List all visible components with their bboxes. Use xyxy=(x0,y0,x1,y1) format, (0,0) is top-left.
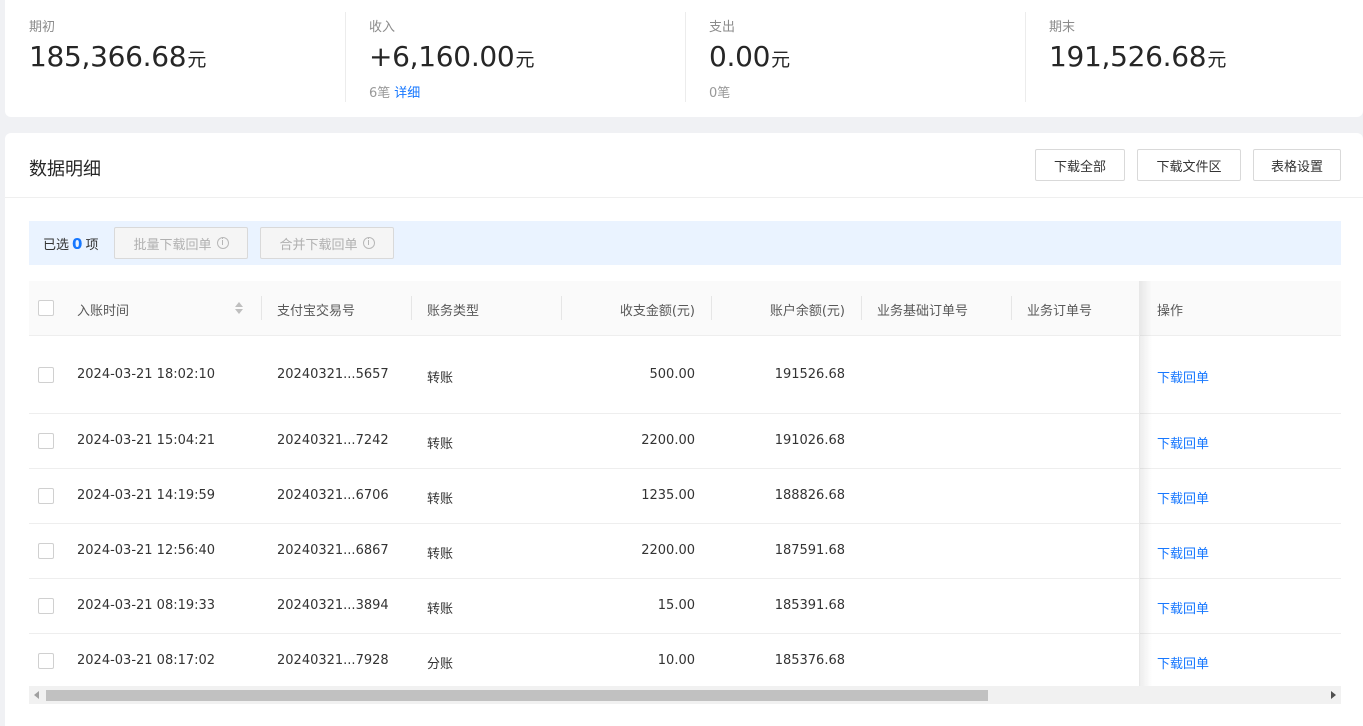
income-detail-link[interactable]: 详细 xyxy=(394,86,420,101)
cell-time: 2024-03-21 15:04:21 xyxy=(77,433,216,448)
cell-balance: 188826.68 xyxy=(774,488,845,503)
cell-time: 2024-03-21 12:56:40 xyxy=(77,543,216,558)
scrollbar-thumb[interactable] xyxy=(46,690,988,701)
batch-download-button[interactable]: 批量下载回单 i xyxy=(114,227,248,259)
info-icon: i xyxy=(216,237,229,249)
col-type: 账务类型 xyxy=(427,304,480,319)
merge-download-button[interactable]: 合并下载回单 i xyxy=(260,227,394,259)
stat-income-sub: 6笔 详细 xyxy=(369,82,420,101)
data-detail-panel: 数据明细 下载全部 下载文件区 表格设置 已选 0 项 批量下载回单 i 合并下载回单… xyxy=(5,133,1363,726)
summary-divider xyxy=(685,12,686,102)
sort-icon[interactable] xyxy=(234,301,244,315)
cell-type: 转账 xyxy=(427,371,454,386)
col-time[interactable]: 入账时间 xyxy=(77,300,129,319)
cell-time: 2024-03-21 08:17:02 xyxy=(77,653,216,668)
col-separator xyxy=(561,296,562,320)
download-receipt-link[interactable]: 下载回单 xyxy=(1157,543,1209,562)
download-receipt-link[interactable]: 下载回单 xyxy=(1157,433,1209,452)
cell-amount: 2200.00 xyxy=(641,543,695,558)
cell-balance: 185376.68 xyxy=(774,653,845,668)
cell-balance: 187591.68 xyxy=(774,543,845,558)
cell-amount: 500.00 xyxy=(649,367,696,382)
scroll-right-arrow-icon[interactable] xyxy=(1331,691,1336,699)
cell-type: 转账 xyxy=(427,492,454,507)
selection-bar: 已选 0 项 批量下载回单 i 合并下载回单 i xyxy=(29,221,1341,265)
col-balance: 账户余额(元) xyxy=(769,304,845,319)
col-trade-no: 支付宝交易号 xyxy=(277,304,356,319)
cell-amount: 10.00 xyxy=(657,653,695,668)
row-checkbox[interactable] xyxy=(38,653,54,669)
summary-divider xyxy=(1025,12,1026,102)
download-receipt-link[interactable]: 下载回单 xyxy=(1157,598,1209,617)
cell-time: 2024-03-21 14:19:59 xyxy=(77,488,216,503)
stat-expense-label: 支出 xyxy=(709,20,736,35)
row-checkbox[interactable] xyxy=(38,598,54,614)
table-settings-button[interactable]: 表格设置 xyxy=(1253,149,1341,181)
download-receipt-link[interactable]: 下载回单 xyxy=(1157,488,1209,507)
stat-closing-amount: 191,526.68元 xyxy=(1049,40,1227,73)
cell-balance: 191526.68 xyxy=(774,367,845,382)
cell-time: 2024-03-21 08:19:33 xyxy=(77,598,216,613)
cell-balance: 191026.68 xyxy=(774,433,845,448)
transactions-table: 入账时间 支付宝交易号 账务类型 收支金额(元) 账户余额(元) 业务基础订单号… xyxy=(29,281,1341,688)
row-checkbox[interactable] xyxy=(38,488,54,504)
stat-expense-sub: 0笔 xyxy=(709,82,730,101)
summary-divider xyxy=(345,12,346,102)
cell-trade-no: 20240321...7928 xyxy=(277,653,389,668)
col-action: 操作 xyxy=(1157,304,1184,319)
selection-count: 已选 0 项 xyxy=(43,235,99,253)
stat-expense-amount: 0.00元 xyxy=(709,40,791,73)
col-amount: 收支金额(元) xyxy=(619,304,695,319)
stat-closing-label: 期末 xyxy=(1049,20,1076,35)
cell-trade-no: 20240321...6867 xyxy=(277,543,389,558)
download-area-button[interactable]: 下载文件区 xyxy=(1137,149,1241,181)
row-checkbox[interactable] xyxy=(38,433,54,449)
cell-type: 转账 xyxy=(427,547,454,562)
fixed-column-shadow xyxy=(1140,281,1152,688)
cell-type: 分账 xyxy=(427,657,454,672)
download-all-button[interactable]: 下载全部 xyxy=(1035,149,1125,181)
cell-trade-no: 20240321...6706 xyxy=(277,488,389,503)
scroll-left-arrow-icon[interactable] xyxy=(34,691,39,699)
col-separator xyxy=(1011,296,1012,320)
col-base-order: 业务基础订单号 xyxy=(877,304,969,319)
income-count: 6笔 xyxy=(369,86,391,101)
cell-type: 转账 xyxy=(427,437,454,452)
stat-income-amount: +6,160.00元 xyxy=(369,40,535,73)
stat-opening-amount: 185,366.68元 xyxy=(29,40,207,73)
stat-opening-label: 期初 xyxy=(29,20,56,35)
cell-time: 2024-03-21 18:02:10 xyxy=(77,367,216,382)
cell-balance: 185391.68 xyxy=(774,598,845,613)
col-separator xyxy=(711,296,712,320)
col-separator xyxy=(411,296,412,320)
expense-count: 0笔 xyxy=(709,86,731,101)
download-receipt-link[interactable]: 下载回单 xyxy=(1157,367,1209,386)
info-icon: i xyxy=(362,237,375,249)
cell-amount: 1235.00 xyxy=(641,488,695,503)
divider xyxy=(5,197,1363,198)
row-checkbox[interactable] xyxy=(38,367,54,383)
row-checkbox[interactable] xyxy=(38,543,54,559)
col-order: 业务订单号 xyxy=(1027,304,1093,319)
col-separator xyxy=(861,296,862,320)
cell-amount: 2200.00 xyxy=(641,433,695,448)
cell-trade-no: 20240321...3894 xyxy=(277,598,389,613)
summary-panel: 期初 185,366.68元 收入 +6,160.00元 6笔 详细 支出 0.0… xyxy=(5,0,1363,117)
cell-trade-no: 20240321...5657 xyxy=(277,367,389,382)
stat-income-label: 收入 xyxy=(369,20,396,35)
cell-amount: 15.00 xyxy=(657,598,695,613)
col-separator xyxy=(261,296,262,320)
cell-type: 转账 xyxy=(427,602,454,617)
horizontal-scrollbar[interactable] xyxy=(29,686,1341,704)
download-receipt-link[interactable]: 下载回单 xyxy=(1157,653,1209,672)
select-all-checkbox[interactable] xyxy=(38,300,54,316)
cell-trade-no: 20240321...7242 xyxy=(277,433,389,448)
section-title: 数据明细 xyxy=(29,159,101,180)
